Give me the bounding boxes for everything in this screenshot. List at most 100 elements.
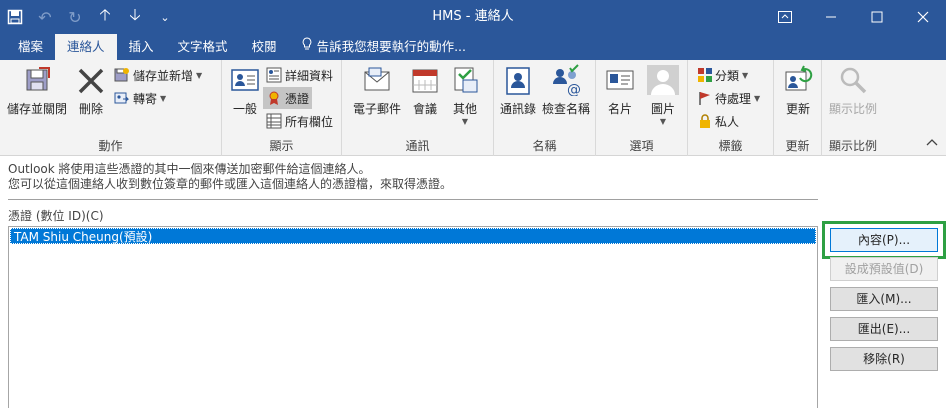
forward-button[interactable]: 轉寄 ▼ (114, 87, 166, 109)
maximize-icon[interactable] (854, 0, 900, 34)
chevron-down-icon: ▼ (754, 93, 761, 103)
private-label: 私人 (715, 114, 740, 129)
forward-icon (114, 92, 130, 104)
picture-button[interactable]: 圖片 ▼ (644, 64, 682, 126)
group-show: 一般 詳細資料 憑證 所有欄位 顯示 (222, 60, 342, 156)
more-icon (454, 67, 478, 93)
delete-button[interactable]: 刪除 (74, 64, 108, 117)
check-names-icon: @ (553, 64, 581, 96)
address-book-button[interactable]: 通訊錄 (498, 64, 538, 117)
business-card-icon (606, 70, 634, 90)
group-update-label: 更新 (785, 139, 810, 153)
meeting-button[interactable]: 會議 (408, 64, 442, 117)
zoom-button[interactable]: 顯示比例 (826, 64, 880, 117)
collapse-ribbon-icon[interactable] (926, 136, 938, 149)
chevron-down-icon: ▼ (659, 117, 667, 126)
group-zoom-label: 顯示比例 (828, 139, 877, 153)
tab-contact[interactable]: 連絡人 (55, 34, 117, 60)
save-new-label: 儲存並新增 (133, 68, 194, 83)
more-label: 其他 (452, 102, 477, 116)
more-button[interactable]: 其他 ▼ (448, 64, 482, 126)
ribbon-display-icon[interactable] (762, 0, 808, 34)
info-line-1: Outlook 將使用這些憑證的其中一個來傳送加密郵件給這個連絡人。 (8, 162, 371, 176)
meeting-label: 會議 (412, 102, 437, 116)
tab-review[interactable]: 校閱 (240, 34, 289, 60)
ribbon: 儲存並關閉 刪除 儲存並新增 ▼ 轉寄 ▼ 動作 一般 詳細資料 憑證 所有欄位… (0, 60, 946, 156)
group-update: 更新 更新 (774, 60, 822, 156)
properties-button[interactable]: 內容(P)... (830, 228, 938, 252)
chevron-down-icon: ▼ (196, 70, 203, 80)
group-options: 名片 圖片 ▼ 選項 (596, 60, 688, 156)
certificates-list-label: 憑證 (數位 ID)(C) (8, 209, 104, 223)
remove-button[interactable]: 移除(R) (830, 347, 938, 371)
update-button[interactable]: 更新 (780, 64, 816, 117)
save-new-button[interactable]: 儲存並新增 ▼ (114, 64, 202, 86)
certificates-button[interactable]: 憑證 (263, 87, 313, 109)
certificate-item[interactable]: TAM Shiu Cheung(預設) (10, 228, 816, 244)
certificates-listbox[interactable]: TAM Shiu Cheung(預設) (8, 226, 818, 408)
categorize-button[interactable]: 分類 ▼ (698, 64, 748, 86)
close-icon[interactable] (900, 0, 946, 34)
info-message: Outlook 將使用這些憑證的其中一個來傳送加密郵件給這個連絡人。 您可以從這… (8, 162, 452, 192)
save-close-label: 儲存並關閉 (6, 102, 67, 116)
window-controls (762, 0, 946, 34)
group-names-label: 名稱 (532, 139, 557, 153)
group-zoom: 顯示比例 顯示比例 (822, 60, 884, 156)
group-communicate: 電子郵件 會議 其他 ▼ 通訊 (342, 60, 494, 156)
contact-card-icon (231, 69, 259, 91)
general-label: 一般 (232, 102, 257, 116)
lightbulb-icon (301, 34, 313, 60)
group-tags-label: 標籤 (718, 139, 743, 153)
group-names: 通訊錄 @ 檢查名稱 名稱 (494, 60, 596, 156)
flag-icon (699, 92, 710, 105)
delete-icon (78, 68, 104, 94)
info-line-2: 您可以從這個連絡人收到數位簽章的郵件或匯入這個連絡人的憑證檔，來取得憑證。 (8, 177, 453, 191)
details-icon (266, 67, 282, 83)
tell-me-box[interactable]: 告訴我您想要執行的動作... (289, 34, 478, 60)
private-button[interactable]: 私人 (698, 110, 739, 132)
group-actions-label: 動作 (98, 139, 123, 153)
update-icon (785, 65, 813, 91)
group-show-label: 顯示 (269, 139, 294, 153)
follow-up-button[interactable]: 待處理 ▼ (698, 87, 760, 109)
set-default-button[interactable]: 設成預設值(D) (830, 257, 938, 281)
export-button[interactable]: 匯出(E)... (830, 317, 938, 341)
business-card-button[interactable]: 名片 (602, 64, 638, 117)
picture-label: 圖片 (650, 102, 675, 116)
address-book-icon (506, 67, 530, 95)
check-names-button[interactable]: @ 檢查名稱 (540, 64, 592, 117)
tab-format-text[interactable]: 文字格式 (166, 34, 240, 60)
import-button[interactable]: 匯入(M)... (830, 287, 938, 311)
forward-label: 轉寄 (133, 91, 158, 106)
tell-me-text: 告訴我您想要執行的動作... (316, 39, 466, 54)
tab-insert[interactable]: 插入 (117, 34, 166, 60)
title-bar: ↶ ↻ 🡡 🡣 ⌄ HMS - 連絡人 (0, 0, 946, 34)
details-button[interactable]: 詳細資料 (266, 64, 333, 86)
email-button[interactable]: 電子郵件 (350, 64, 404, 117)
save-close-button[interactable]: 儲存並關閉 (6, 64, 68, 117)
group-actions: 儲存並關閉 刪除 儲存並新增 ▼ 轉寄 ▼ 動作 (0, 60, 222, 156)
general-button[interactable]: 一般 (228, 64, 262, 117)
email-icon (364, 67, 390, 91)
email-label: 電子郵件 (352, 102, 401, 116)
picture-icon (647, 65, 679, 95)
all-fields-button[interactable]: 所有欄位 (266, 110, 333, 132)
categorize-label: 分類 (715, 68, 740, 83)
group-tags: 分類 ▼ 待處理 ▼ 私人 標籤 (688, 60, 774, 156)
follow-up-label: 待處理 (715, 91, 752, 106)
chevron-down-icon: ▼ (461, 117, 469, 126)
chevron-down-icon: ▼ (742, 70, 749, 80)
svg-text:@: @ (567, 82, 581, 96)
tab-file[interactable]: 檔案 (6, 34, 55, 60)
all-fields-icon (266, 113, 282, 129)
save-close-icon (26, 67, 50, 91)
check-names-label: 檢查名稱 (541, 102, 590, 116)
update-label: 更新 (785, 102, 810, 116)
minimize-icon[interactable] (808, 0, 854, 34)
chevron-down-icon: ▼ (160, 93, 167, 103)
save-new-icon (114, 68, 129, 82)
lock-icon (700, 114, 710, 128)
group-options-label: 選項 (629, 139, 654, 153)
ribbon-tabs: 檔案 連絡人 插入 文字格式 校閱 告訴我您想要執行的動作... (0, 34, 946, 60)
certificates-label: 憑證 (285, 91, 310, 106)
